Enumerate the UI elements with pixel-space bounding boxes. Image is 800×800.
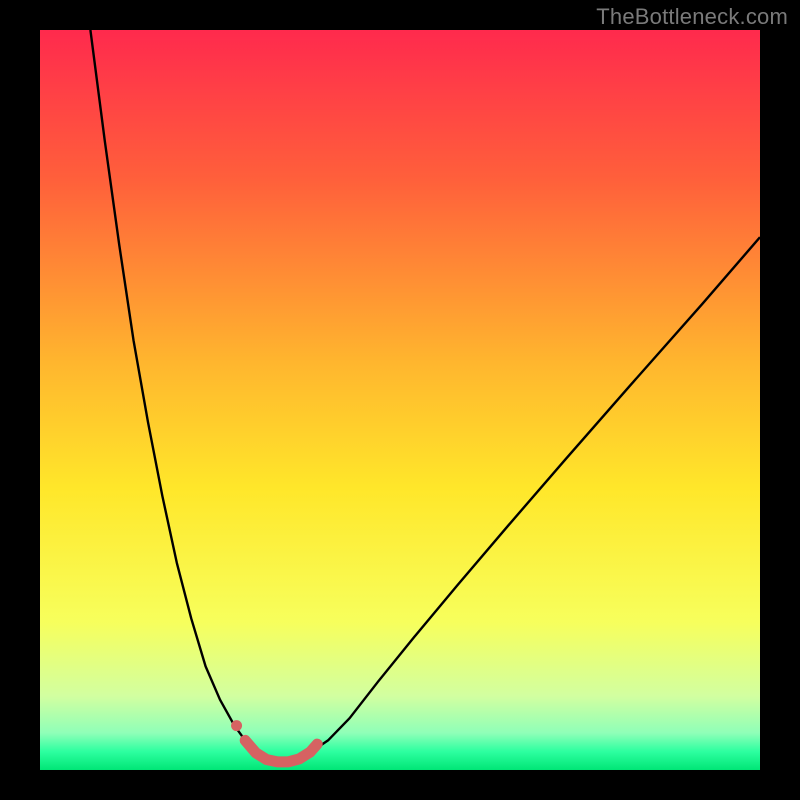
chart-svg [40, 30, 760, 770]
series-highlight-dot [231, 720, 242, 731]
watermark-text: TheBottleneck.com [596, 4, 788, 30]
gradient-background [40, 30, 760, 770]
plot-area [40, 30, 760, 770]
chart-frame: TheBottleneck.com [0, 0, 800, 800]
